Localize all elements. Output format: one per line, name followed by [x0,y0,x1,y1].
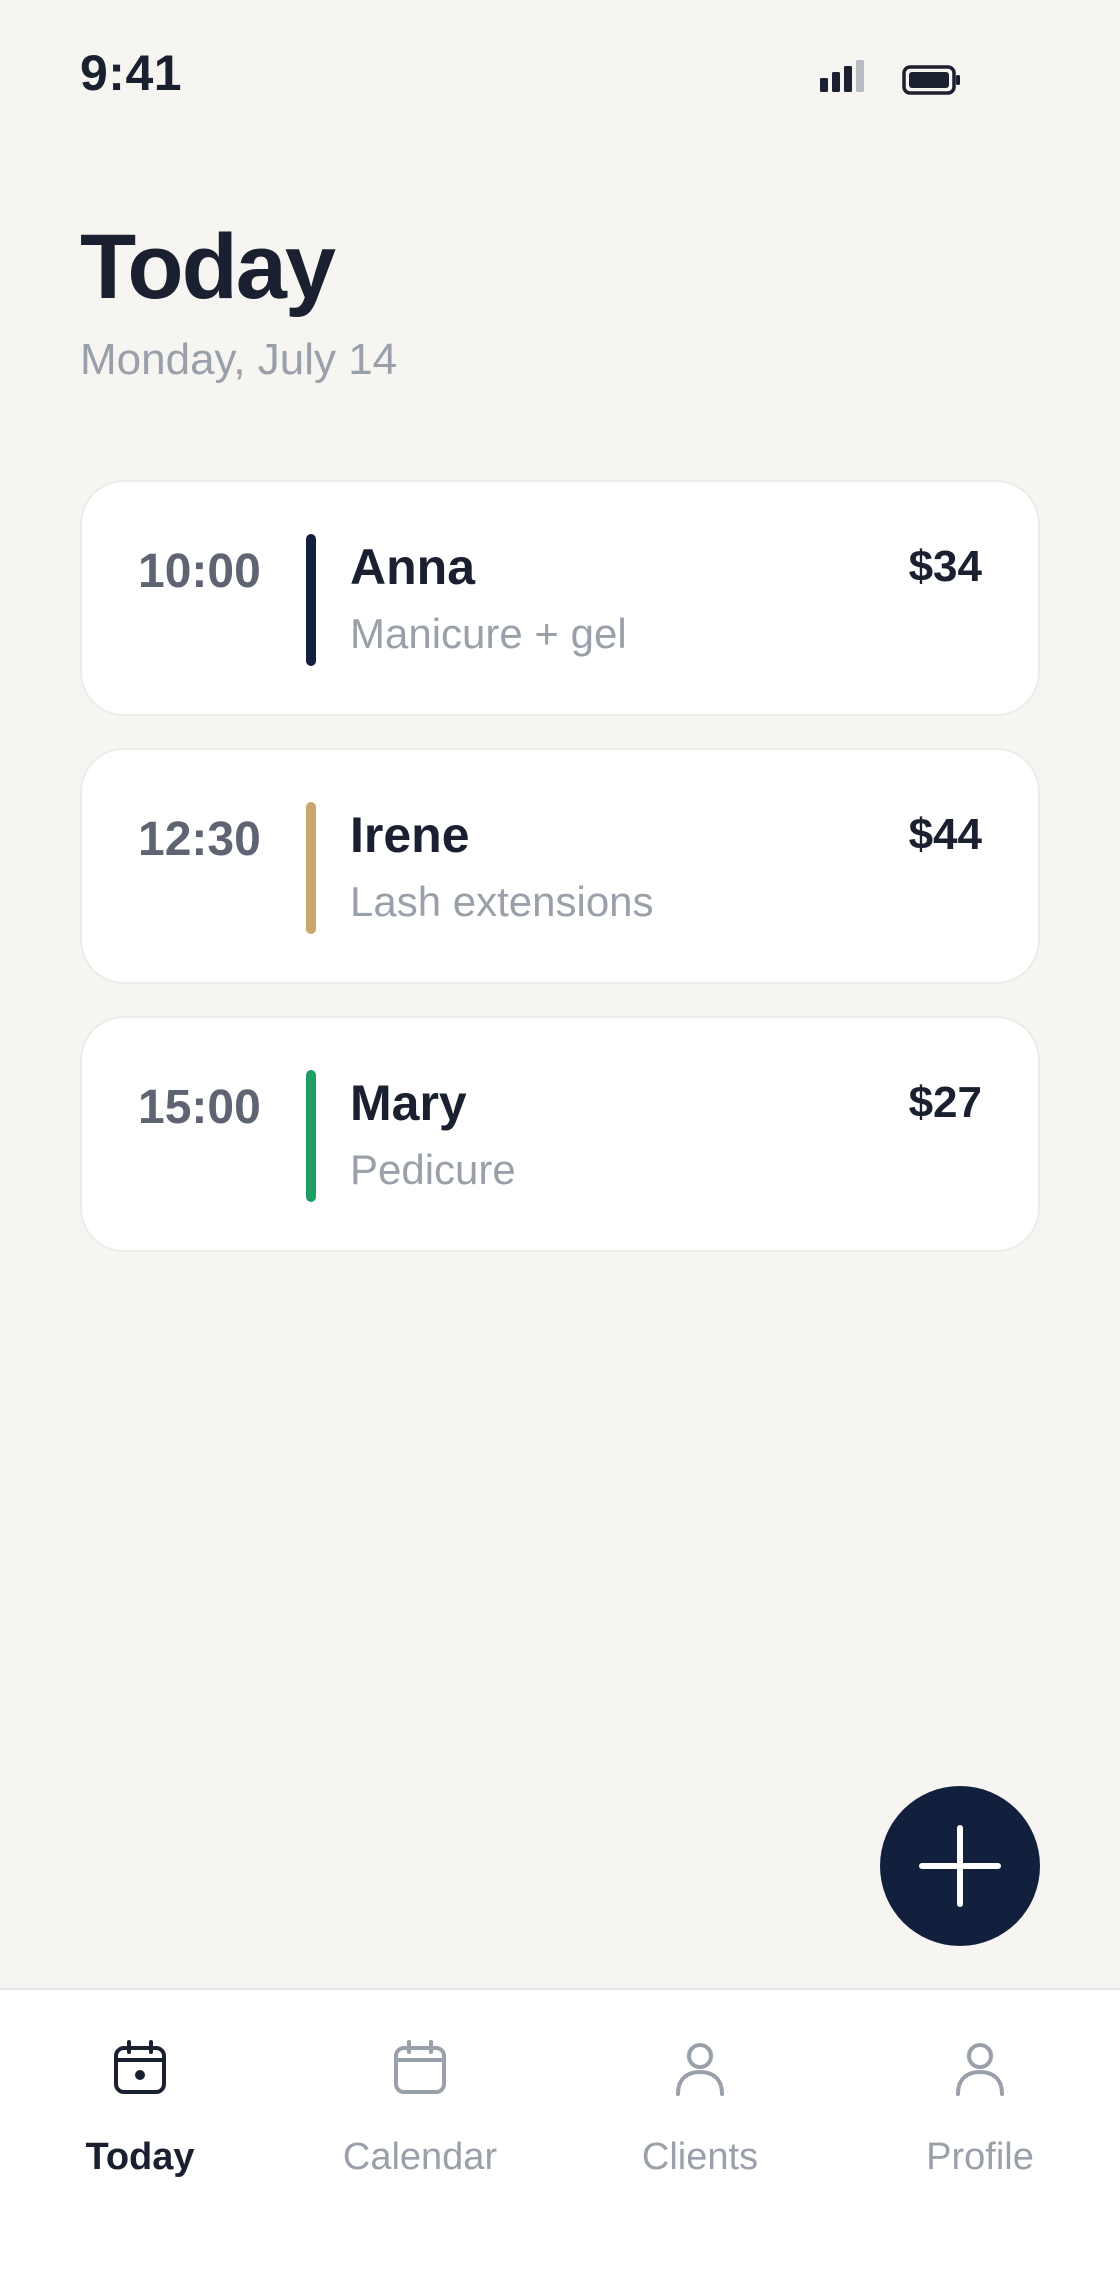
tab-label: Calendar [342,2136,498,2178]
appointment-price: $27 [908,1078,982,1127]
calendar-today-icon [114,2040,166,2094]
appointment-price: $34 [908,542,982,591]
appointment-color-bar [306,534,316,666]
service-name: Pedicure [350,1146,516,1193]
status-time: 9:41 [80,45,183,101]
client-name: Anna [350,539,475,595]
appointment-time: 15:00 [138,1081,261,1134]
appointment-card[interactable]: 12:30 Irene Lash extensions $44 [80,748,1040,984]
plus-icon [919,1825,1001,1907]
tab-label: Clients [641,2136,759,2178]
tab-today[interactable]: Today [0,1990,280,2250]
calendar-icon [394,2040,446,2094]
add-appointment-button[interactable] [880,1786,1040,1946]
tab-bar: Today Calendar Clients Profile [0,1988,1120,2286]
tab-label: Today [85,2136,195,2178]
service-name: Manicure + gel [350,610,627,657]
appointment-card[interactable]: 15:00 Mary Pedicure $27 [80,1016,1040,1252]
person-icon [676,2043,724,2096]
appointment-color-bar [306,802,316,934]
page-date: Monday, July 14 [80,335,398,384]
tab-profile[interactable]: Profile [840,1990,1120,2250]
cellular-signal-icon [820,60,864,92]
client-name: Mary [350,1075,467,1131]
appointment-list: 10:00 Anna Manicure + gel $34 12:30 Iren… [80,480,1040,1284]
status-bar: 9:41 [0,0,1120,150]
appointment-time: 12:30 [138,813,261,866]
tab-label: Profile [926,2136,1034,2178]
appointment-price: $44 [908,810,982,859]
battery-icon [902,65,960,95]
tab-calendar[interactable]: Calendar [280,1990,560,2250]
person-icon [956,2043,1004,2096]
appointment-color-bar [306,1070,316,1202]
client-name: Irene [350,807,470,863]
service-name: Lash extensions [350,878,654,925]
tab-clients[interactable]: Clients [560,1990,840,2250]
today-screen: 9:41 Today Monday, July 14 10:00 Anna Ma… [0,0,1120,2286]
page-title: Today [80,216,336,318]
appointment-time: 10:00 [138,545,261,598]
appointment-card[interactable]: 10:00 Anna Manicure + gel $34 [80,480,1040,716]
